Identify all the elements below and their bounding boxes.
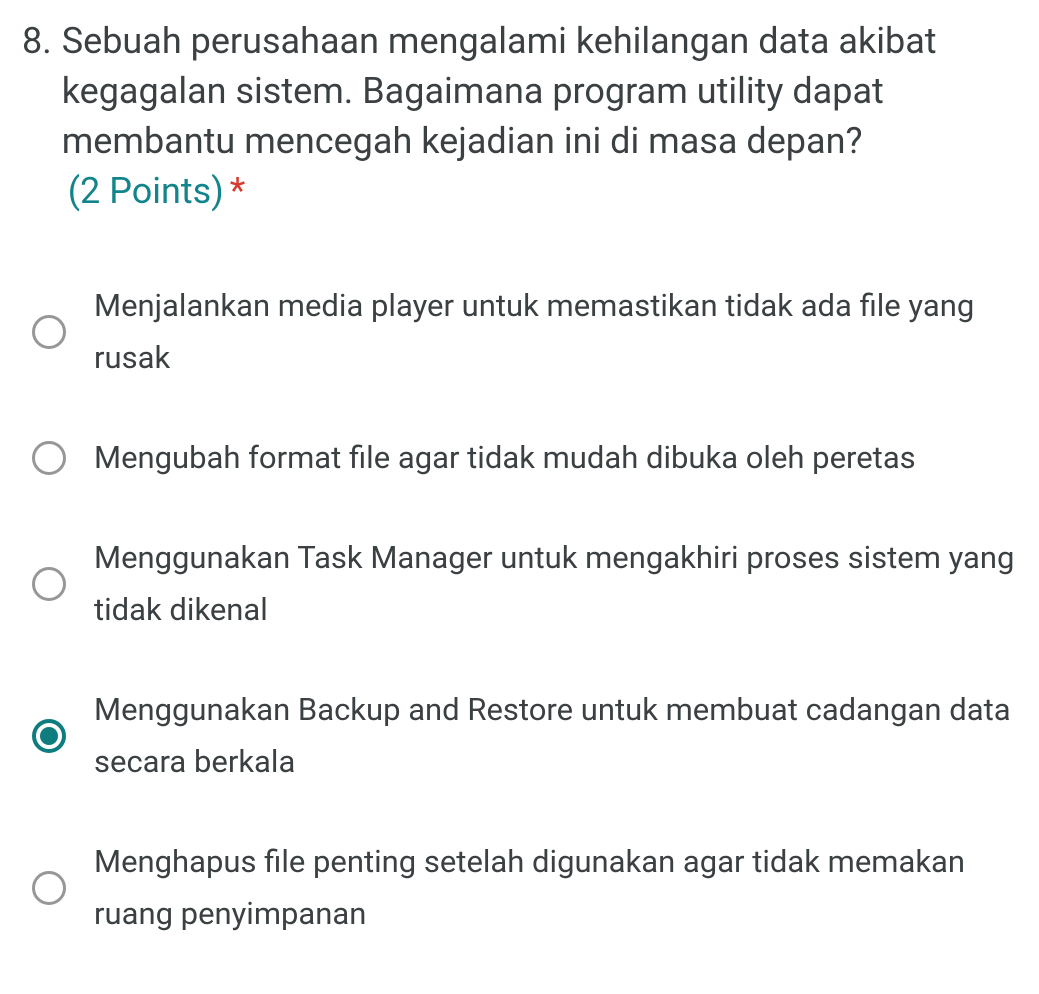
radio-icon[interactable] — [32, 441, 66, 475]
option-1[interactable]: Menjalankan media player untuk memastika… — [22, 256, 1017, 408]
radio-icon[interactable] — [32, 567, 66, 601]
radio-icon[interactable] — [32, 315, 66, 349]
option-label: Menggunakan Task Manager untuk mengakhir… — [94, 532, 1017, 636]
option-label: Mengubah format file agar tidak mudah di… — [94, 432, 1017, 484]
option-label: Menjalankan media player untuk memastika… — [94, 280, 1017, 384]
required-indicator: * — [224, 170, 246, 212]
question-points: (2 Points) — [62, 170, 224, 212]
options-group: Menjalankan media player untuk memastika… — [22, 256, 1017, 964]
option-4[interactable]: Menggunakan Backup and Restore untuk mem… — [22, 660, 1017, 812]
option-5[interactable]: Menghapus file penting setelah digunakan… — [22, 812, 1017, 964]
option-label: Menggunakan Backup and Restore untuk mem… — [94, 684, 1017, 788]
question-header: 8. Sebuah perusahaan mengalami kehilanga… — [22, 16, 1017, 216]
question-number: 8. — [22, 16, 62, 66]
question-text: Sebuah perusahaan mengalami kehilangan d… — [62, 20, 937, 162]
option-3[interactable]: Menggunakan Task Manager untuk mengakhir… — [22, 508, 1017, 660]
question-body: Sebuah perusahaan mengalami kehilangan d… — [62, 16, 1017, 216]
radio-icon-selected[interactable] — [32, 719, 66, 753]
form-question: 8. Sebuah perusahaan mengalami kehilanga… — [0, 0, 1039, 994]
radio-icon[interactable] — [32, 871, 66, 905]
option-label: Menghapus file penting setelah digunakan… — [94, 836, 1017, 940]
option-2[interactable]: Mengubah format file agar tidak mudah di… — [22, 408, 1017, 508]
